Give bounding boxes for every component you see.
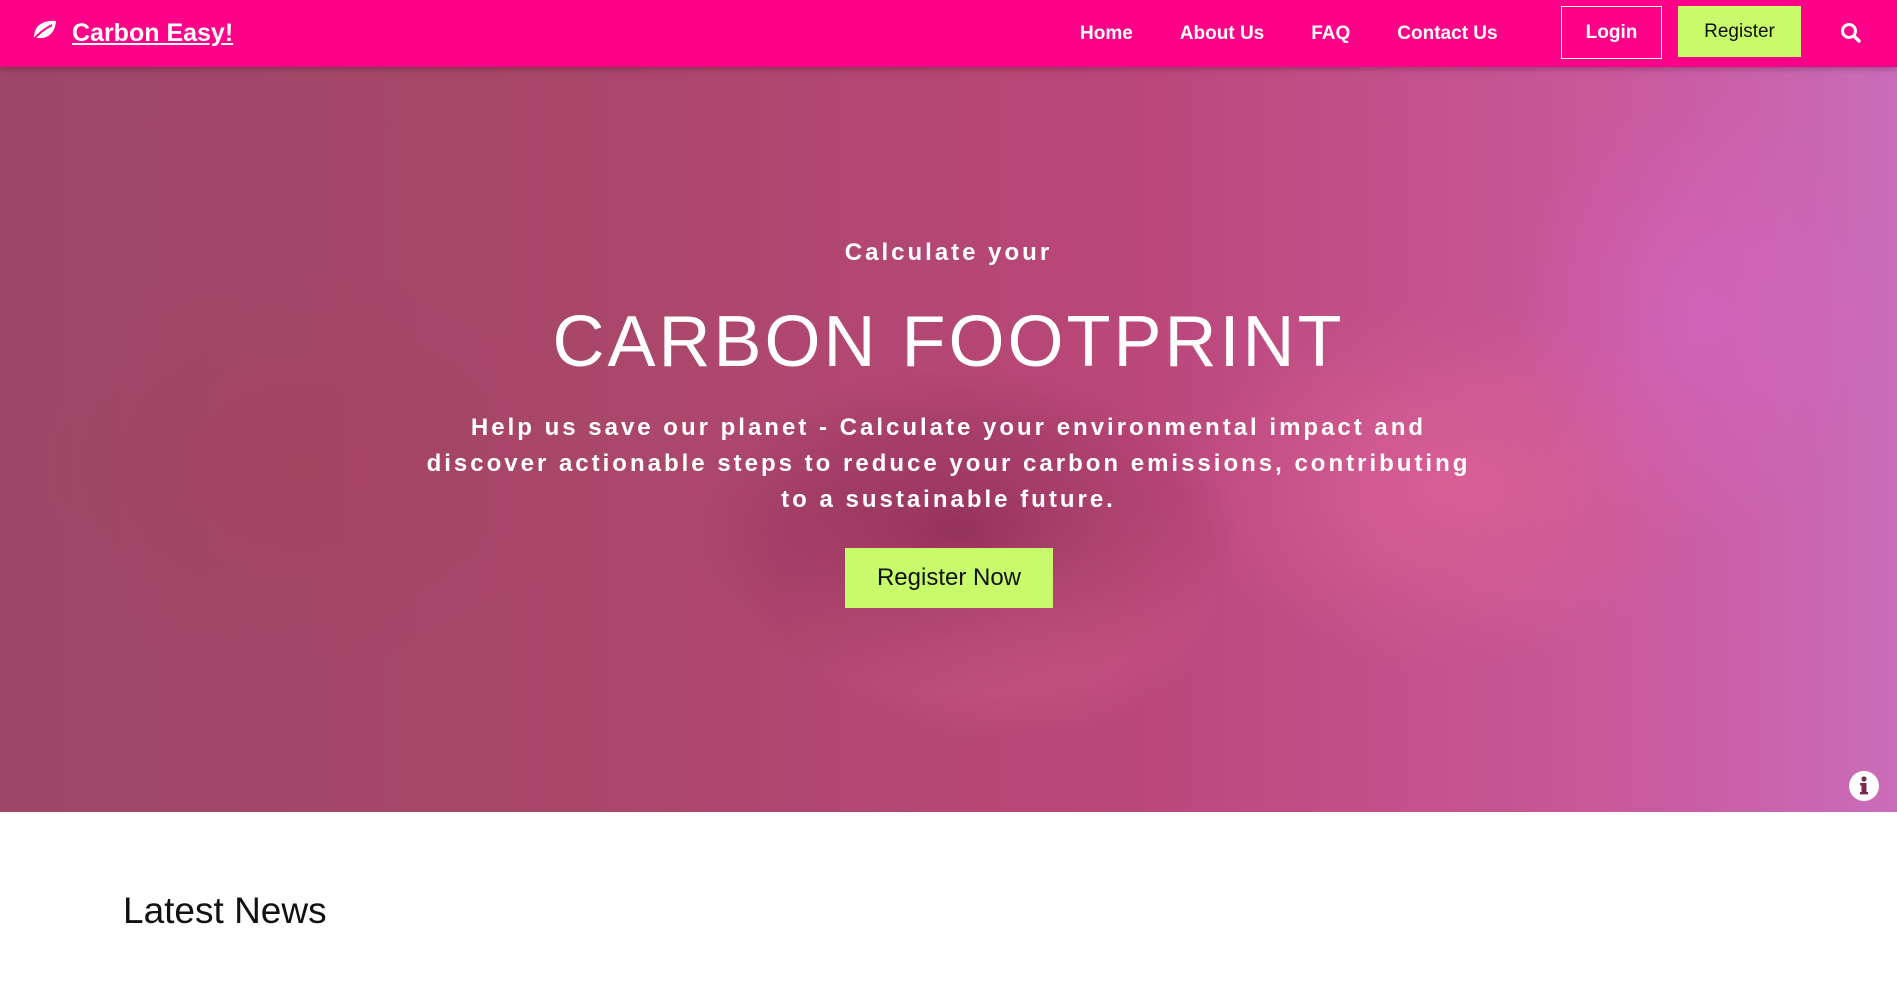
- hero-description: Help us save our planet - Calculate your…: [426, 414, 1471, 513]
- top-navbar: Carbon Easy! Home About Us FAQ Contact U…: [0, 0, 1897, 67]
- hero-pre-title: Calculate your: [844, 239, 1053, 266]
- brand-name: Carbon Easy!: [72, 19, 234, 47]
- nav-link-faq[interactable]: FAQ: [1311, 23, 1350, 45]
- hero-content: Calculate your CARBON FOOTPRINT Help us …: [0, 67, 1897, 812]
- register-now-button[interactable]: Register Now: [845, 548, 1053, 608]
- nav-link-home[interactable]: Home: [1080, 23, 1133, 45]
- hero-title: CARBON FOOTPRINT: [552, 302, 1345, 382]
- login-button[interactable]: Login: [1561, 6, 1662, 59]
- leaf-icon: [30, 18, 58, 49]
- latest-news-heading: Latest News: [123, 890, 327, 931]
- brand-link[interactable]: Carbon Easy!: [30, 0, 233, 67]
- nav-menu: Home About Us FAQ Contact Us: [1080, 0, 1545, 67]
- nav-link-about-us[interactable]: About Us: [1180, 23, 1264, 45]
- info-icon[interactable]: [1848, 770, 1880, 802]
- latest-news-section: Latest News: [0, 812, 1897, 982]
- register-button[interactable]: Register: [1678, 6, 1801, 57]
- hero-banner: Calculate your CARBON FOOTPRINT Help us …: [0, 67, 1897, 812]
- search-icon[interactable]: [1838, 20, 1864, 46]
- nav-link-contact-us[interactable]: Contact Us: [1397, 23, 1497, 45]
